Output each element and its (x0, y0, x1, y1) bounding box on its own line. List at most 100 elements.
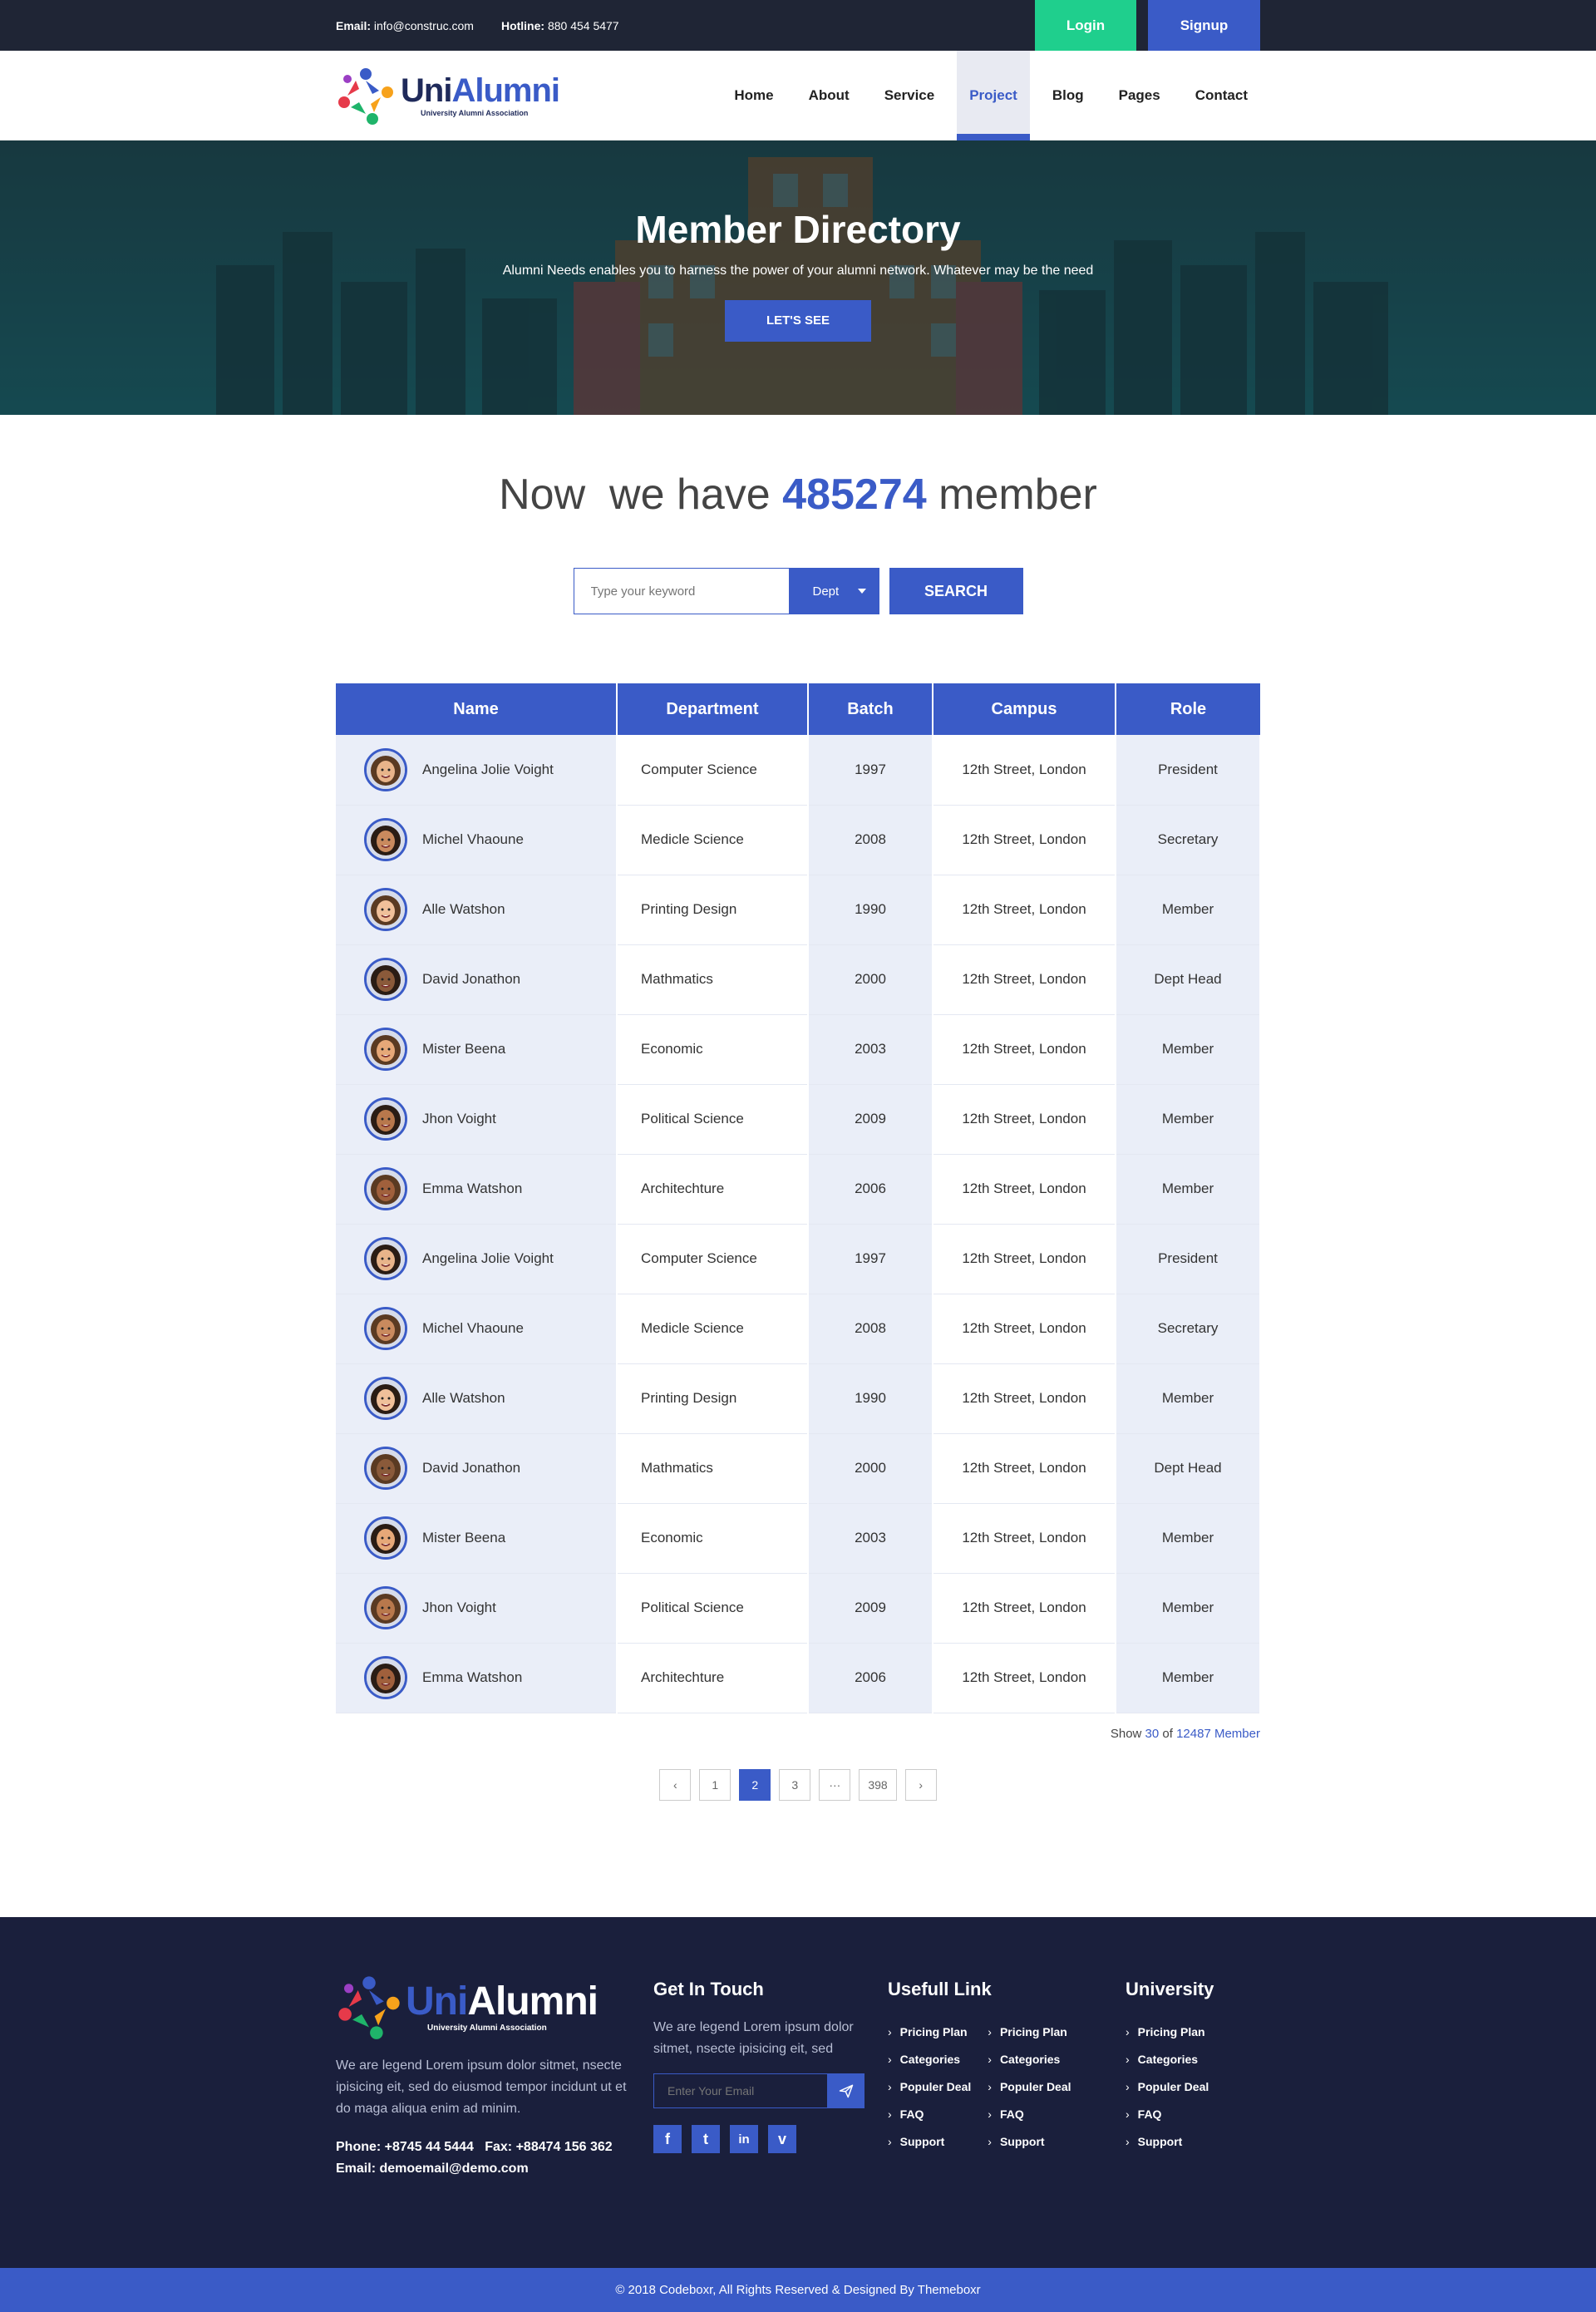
hero-banner: Member Directory Alumni Needs enables yo… (0, 140, 1596, 415)
page-ellipsis[interactable]: ··· (819, 1768, 851, 1801)
member-name[interactable]: Angelina Jolie Voight (422, 1250, 554, 1267)
page-1[interactable]: 1 (699, 1768, 732, 1801)
cell-batch: 2003 (808, 1503, 933, 1574)
cell-department: Medicle Science (617, 1294, 809, 1364)
next-page-button[interactable]: › (904, 1768, 937, 1801)
footer-link[interactable]: › Pricing Plan (988, 2019, 1071, 2046)
nav-pages[interactable]: Pages (1106, 51, 1173, 140)
table-row[interactable]: Mister Beena Economic 2003 12th Street, Lon… (336, 1503, 1261, 1574)
search-button[interactable]: SEARCH (889, 568, 1023, 614)
table-row[interactable]: David Jonathon Mathmatics 2000 12th Street,… (336, 944, 1261, 1015)
footer-get-in-touch: Get In Touch We are legend Lorem ipsum d… (653, 1974, 888, 2180)
page-2[interactable]: 2 (739, 1768, 771, 1801)
nav-home[interactable]: Home (722, 51, 786, 140)
page-3[interactable]: 3 (779, 1768, 811, 1801)
nav-project[interactable]: Project (957, 51, 1030, 140)
footer-link[interactable]: › Support (1126, 2128, 1209, 2156)
footer-link[interactable]: › FAQ (988, 2101, 1071, 2128)
newsletter-email-input[interactable] (653, 2073, 828, 2108)
table-row[interactable]: Jhon Voight Political Science 2009 12th Str… (336, 1084, 1261, 1155)
member-name[interactable]: Alle Watshon (422, 901, 505, 918)
dept-select[interactable]: Dept (789, 568, 879, 614)
member-name[interactable]: Michel Vhaoune (422, 831, 524, 848)
table-row[interactable]: Michel Vhaoune Medicle Science 2008 12th St… (336, 1294, 1261, 1364)
logo-tagline: University Alumni Association (421, 109, 529, 117)
table-row[interactable]: Emma Watshon Architechture 2006 12th Street… (336, 1643, 1261, 1713)
footer-link[interactable]: › Populer Deal (888, 2073, 971, 2101)
cell-batch: 2008 (808, 805, 933, 875)
site-logo[interactable]: UniAlumni University Alumni Association (336, 66, 560, 126)
footer-link[interactable]: › FAQ (888, 2101, 971, 2128)
member-name[interactable]: David Jonathon (422, 971, 520, 988)
member-name[interactable]: Jhon Voight (422, 1111, 496, 1127)
cell-batch: 2009 (808, 1084, 933, 1155)
footer-link[interactable]: › Categories (888, 2046, 971, 2073)
cell-campus: 12th Street, London (933, 1154, 1116, 1225)
footer-link[interactable]: › Pricing Plan (1126, 2019, 1209, 2046)
table-row[interactable]: Michel Vhaoune Medicle Science 2008 12th St… (336, 805, 1261, 875)
table-row[interactable]: Jhon Voight Political Science 2009 12th Str… (336, 1573, 1261, 1644)
chevron-right-icon: › (888, 2053, 892, 2066)
col-header-role[interactable]: Role (1116, 683, 1260, 735)
footer-logo-tagline: University Alumni Association (427, 2023, 547, 2033)
footer-logo-title: UniAlumni (406, 1981, 598, 2022)
nav-service[interactable]: Service (872, 51, 948, 140)
cell-campus: 12th Street, London (933, 805, 1116, 875)
cell-campus: 12th Street, London (933, 1503, 1116, 1574)
col-header-batch[interactable]: Batch (808, 683, 933, 735)
login-button[interactable]: Login (1035, 0, 1136, 51)
get-in-touch-title: Get In Touch (653, 1979, 764, 1999)
table-row[interactable]: Angelina Jolie Voight Computer Science 199… (336, 735, 1261, 806)
member-table-section: Name Department Batch Campus Role Angeli… (336, 683, 1261, 1801)
member-name[interactable]: Michel Vhaoune (422, 1320, 524, 1337)
member-name[interactable]: Emma Watshon (422, 1181, 522, 1197)
footer-link[interactable]: › Populer Deal (1126, 2073, 1209, 2101)
signup-button[interactable]: Signup (1148, 0, 1260, 51)
footer-link[interactable]: › Support (988, 2128, 1071, 2156)
linkedin-icon[interactable]: in (730, 2125, 758, 2153)
twitter-icon[interactable]: t (692, 2125, 720, 2153)
page-398[interactable]: 398 (859, 1768, 897, 1801)
member-name[interactable]: Mister Beena (422, 1041, 505, 1057)
send-button[interactable] (828, 2073, 864, 2108)
avatar (364, 958, 407, 1001)
footer-link[interactable]: › Populer Deal (988, 2073, 1071, 2101)
cell-batch: 1990 (808, 1363, 933, 1434)
cell-department: Political Science (617, 1573, 809, 1644)
member-name[interactable]: Alle Watshon (422, 1390, 505, 1407)
member-name[interactable]: Mister Beena (422, 1530, 505, 1546)
footer-link[interactable]: › Categories (1126, 2046, 1209, 2073)
cell-name: Mister Beena (336, 1014, 618, 1085)
member-name[interactable]: Emma Watshon (422, 1669, 522, 1686)
keyword-search-input[interactable] (573, 568, 790, 614)
facebook-icon[interactable]: f (653, 2125, 682, 2153)
col-header-department[interactable]: Department (617, 683, 809, 735)
table-row[interactable]: Angelina Jolie Voight Computer Science 199… (336, 1224, 1261, 1294)
footer-link[interactable]: › Support (888, 2128, 971, 2156)
table-row[interactable]: David Jonathon Mathmatics 2000 12th Street,… (336, 1433, 1261, 1504)
table-row[interactable]: Alle Watshon Printing Design 1990 12th Stre… (336, 875, 1261, 945)
member-name[interactable]: Angelina Jolie Voight (422, 762, 554, 778)
member-name[interactable]: Jhon Voight (422, 1600, 496, 1616)
prev-page-button[interactable]: ‹ (659, 1768, 692, 1801)
footer-link[interactable]: › Categories (988, 2046, 1071, 2073)
logo-title: UniAlumni (401, 74, 560, 107)
nav-blog[interactable]: Blog (1040, 51, 1096, 140)
col-header-campus[interactable]: Campus (933, 683, 1116, 735)
chevron-right-icon: › (888, 2135, 892, 2148)
footer-link[interactable]: › FAQ (1126, 2101, 1209, 2128)
cell-name: Emma Watshon (336, 1643, 618, 1713)
table-row[interactable]: Emma Watshon Architechture 2006 12th Street… (336, 1154, 1261, 1225)
table-row[interactable]: Mister Beena Economic 2003 12th Street, Lon… (336, 1014, 1261, 1085)
col-header-name[interactable]: Name (336, 683, 618, 735)
nav-contact[interactable]: Contact (1183, 51, 1260, 140)
cell-name: Angelina Jolie Voight (336, 1224, 618, 1294)
member-name[interactable]: David Jonathon (422, 1460, 520, 1476)
nav-about[interactable]: About (796, 51, 862, 140)
cell-name: Angelina Jolie Voight (336, 735, 618, 806)
footer-link[interactable]: › Pricing Plan (888, 2019, 971, 2046)
table-row[interactable]: Alle Watshon Printing Design 1990 12th Stre… (336, 1363, 1261, 1434)
lets-see-button[interactable]: LET'S SEE (725, 300, 871, 342)
vimeo-icon[interactable]: v (768, 2125, 796, 2153)
footer-phone: Phone: +8745 44 5444 (336, 2140, 474, 2154)
